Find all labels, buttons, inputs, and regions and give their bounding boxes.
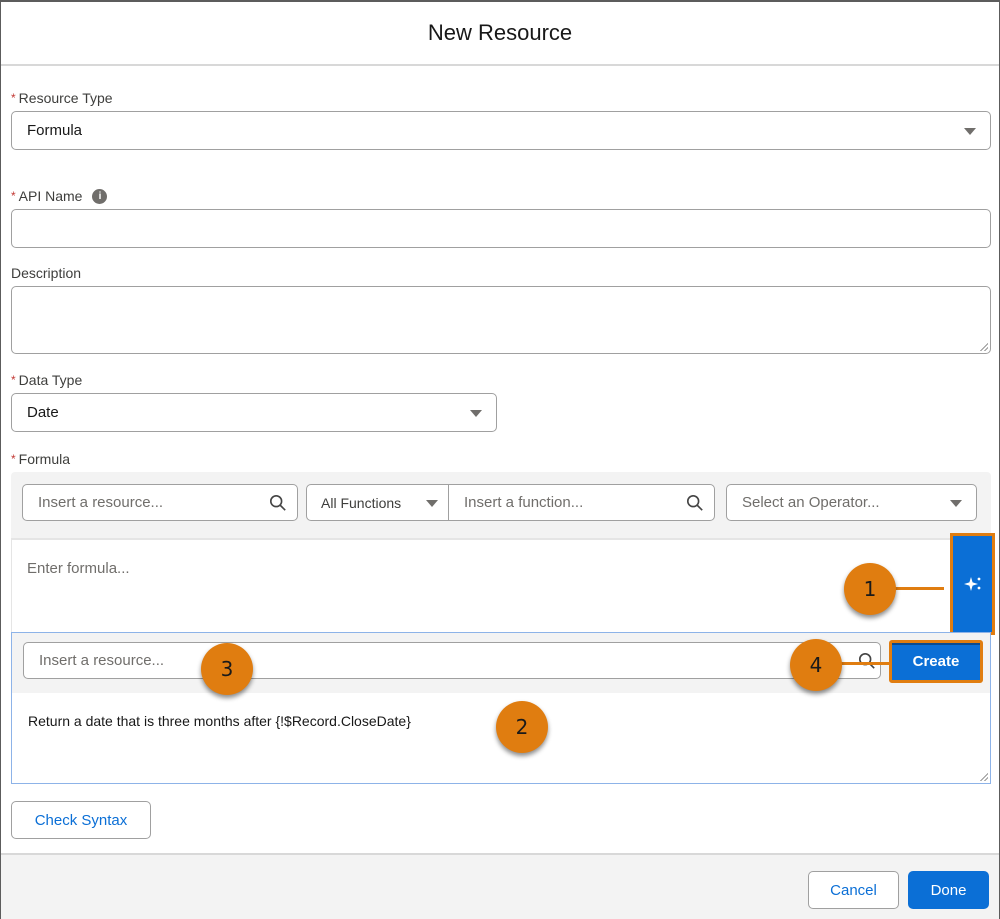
new-resource-modal: New Resource * Resource Type Formula * A… [0,0,1000,919]
formula-editor-placeholder: Enter formula... [27,560,130,577]
description-textarea[interactable] [11,286,991,354]
ai-prompt-textarea[interactable]: Return a date that is three months after… [28,713,411,729]
search-icon [686,494,703,511]
chevron-down-icon [964,127,976,135]
chevron-down-icon [470,409,482,417]
resize-handle[interactable] [980,773,988,781]
required-marker: * [11,91,16,105]
insert-function-input[interactable]: Insert a function... [450,485,714,520]
create-button[interactable]: Create [889,640,983,683]
required-marker: * [11,373,16,387]
api-name-label: * API Name i [11,188,108,204]
sparkles-icon [963,577,980,591]
formula-label: * Formula [11,451,71,467]
search-icon [269,494,286,511]
chevron-down-icon [950,499,962,507]
chevron-down-icon [426,499,438,507]
ai-formula-assist-button[interactable] [950,533,995,635]
resource-type-select[interactable]: Formula [11,111,991,150]
modal-footer: Cancel Done [1,853,999,919]
formula-toolbar: Insert a resource... All Functions Inser… [11,472,991,540]
resource-type-label: * Resource Type [11,90,113,106]
modal-title: New Resource [427,20,573,45]
search-icon [858,652,875,669]
modal-header: New Resource [1,2,999,66]
data-type-select[interactable]: Date [11,393,497,432]
formula-editor[interactable]: Enter formula... [11,540,947,632]
required-marker: * [11,452,16,466]
ai-insert-resource-input[interactable]: Insert a resource... [23,642,881,679]
ai-prompt-panel: Insert a resource... Create Return a dat… [11,632,991,784]
callout-badge-3: 3 [201,643,253,695]
description-label: Description [11,265,82,281]
operator-select[interactable]: Select an Operator... [726,484,977,521]
insert-resource-input[interactable]: Insert a resource... [22,484,298,521]
function-category-select[interactable]: All Functions [307,485,449,520]
done-button[interactable]: Done [908,871,989,909]
api-name-input[interactable] [11,209,991,248]
callout-badge-2: 2 [496,701,548,753]
data-type-label: * Data Type [11,372,83,388]
resize-handle[interactable] [980,343,988,351]
callout-badge-1: 1 [844,563,896,615]
callout-connector [894,587,944,590]
callout-connector [839,662,891,665]
info-icon[interactable]: i [92,188,108,204]
check-syntax-button[interactable]: Check Syntax [11,801,151,839]
cancel-button[interactable]: Cancel [808,871,899,909]
required-marker: * [11,189,16,203]
function-combobox: All Functions Insert a function... [306,484,715,521]
callout-badge-4: 4 [790,639,842,691]
